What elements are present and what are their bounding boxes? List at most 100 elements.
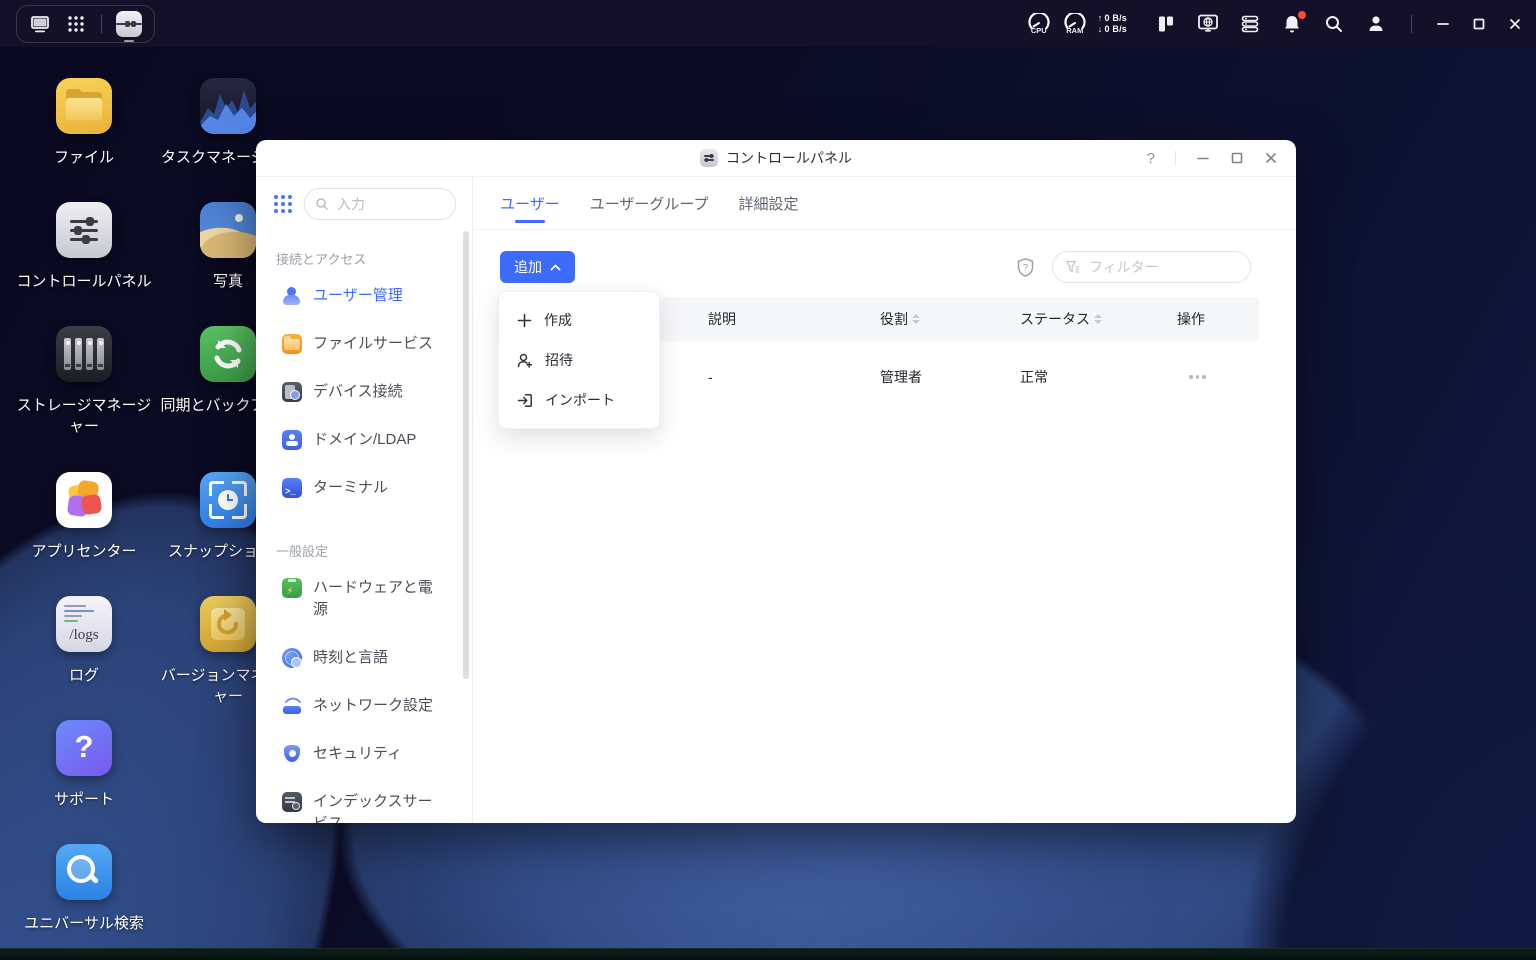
remote-desktop-icon[interactable] bbox=[1197, 13, 1219, 35]
window-controls: ? bbox=[1147, 150, 1296, 167]
user-account-icon[interactable] bbox=[1365, 13, 1387, 35]
column-status[interactable]: ステータス bbox=[1020, 309, 1177, 329]
system-window-controls bbox=[1436, 17, 1522, 31]
desktop-icon-label: コントロールパネル bbox=[16, 271, 151, 292]
app-center-icon[interactable] bbox=[56, 472, 112, 528]
sidebar-scrollbar[interactable] bbox=[463, 231, 469, 679]
desktop-icon-support[interactable]: ? サポート bbox=[9, 720, 159, 810]
desktop-icon-logs[interactable]: /logs ログ bbox=[9, 596, 159, 686]
network-speed-widget[interactable]: ↑0 B/s ↓0 B/s bbox=[1098, 13, 1127, 35]
search-icon[interactable] bbox=[1323, 13, 1345, 35]
taskbar: CPU RAM ↑0 B/s ↓0 B/s bbox=[0, 0, 1536, 47]
sidebar-item-time-language[interactable]: 時刻と言語 bbox=[256, 634, 472, 682]
active-app-indicator bbox=[124, 40, 134, 42]
sidebar-section-label: 接続とアクセス bbox=[256, 249, 472, 268]
sidebar-search-input[interactable] bbox=[335, 195, 419, 213]
desktop-icon-label: ログ bbox=[69, 665, 99, 686]
sidebar-item-device-connection[interactable]: デバイス接続 bbox=[256, 368, 472, 416]
minimize-icon[interactable] bbox=[1436, 17, 1450, 31]
sidebar-item-domain-ldap[interactable]: ドメイン/LDAP bbox=[256, 416, 472, 464]
sidebar-item-terminal[interactable]: ターミナル bbox=[256, 464, 472, 512]
tab-users[interactable]: ユーザー bbox=[500, 177, 560, 229]
sort-icon[interactable] bbox=[1094, 314, 1102, 324]
notification-dot bbox=[1298, 11, 1306, 19]
index-service-icon bbox=[282, 792, 302, 812]
taskbar-control-panel-app-icon[interactable] bbox=[116, 11, 142, 37]
window-minimize-icon[interactable] bbox=[1196, 151, 1210, 165]
help-button[interactable]: ? bbox=[1147, 150, 1155, 167]
row-actions-menu-icon[interactable] bbox=[1177, 375, 1259, 379]
upload-arrow-icon: ↑ bbox=[1098, 13, 1103, 24]
column-actions: 操作 bbox=[1177, 309, 1259, 329]
notification-bell-icon[interactable] bbox=[1281, 13, 1303, 35]
desktop-icon-app-center[interactable]: アプリセンター bbox=[9, 472, 159, 562]
window-title: コントロールパネル bbox=[726, 148, 852, 168]
sidebar-item-security[interactable]: セキュリティ bbox=[256, 730, 472, 778]
sidebar-item-network-settings[interactable]: ネットワーク設定 bbox=[256, 682, 472, 730]
desktop-icon-files[interactable]: ファイル bbox=[9, 78, 159, 168]
time-language-icon bbox=[282, 648, 302, 668]
desktop-screen: ファイル コントロールパネル ストレージマネージャー アプリセンター /logs… bbox=[0, 0, 1536, 960]
sidebar-apps-grid-icon[interactable] bbox=[273, 194, 293, 214]
sidebar-item-index-service[interactable]: インデックスサービス bbox=[256, 778, 472, 823]
storage-devices-icon[interactable] bbox=[1239, 13, 1261, 35]
cpu-gauge-icon[interactable]: CPU bbox=[1026, 13, 1052, 35]
filter-funnel-icon bbox=[1065, 260, 1080, 274]
column-role[interactable]: 役割 bbox=[880, 309, 1020, 329]
taskbar-divider bbox=[1411, 15, 1412, 33]
user-plus-icon bbox=[517, 353, 533, 368]
sidebar-item-user-management[interactable]: ユーザー管理 bbox=[256, 272, 472, 320]
menu-item-invite[interactable]: 招待 bbox=[499, 340, 659, 380]
sidebar-item-hardware-power[interactable]: ハードウェアと電源 bbox=[256, 564, 472, 634]
filter-box[interactable] bbox=[1052, 251, 1251, 283]
maximize-icon[interactable] bbox=[1472, 17, 1486, 31]
desktop-icon-storage-manager[interactable]: ストレージマネージャー bbox=[9, 326, 159, 437]
menu-item-import[interactable]: インポート bbox=[499, 380, 659, 420]
filter-input[interactable] bbox=[1087, 258, 1238, 276]
file-services-icon bbox=[282, 334, 302, 354]
snapshot-icon[interactable] bbox=[200, 472, 256, 528]
network-settings-icon bbox=[282, 696, 302, 716]
cell-role: 管理者 bbox=[880, 367, 1020, 387]
show-desktop-icon[interactable] bbox=[29, 13, 51, 35]
version-manager-icon[interactable] bbox=[200, 596, 256, 652]
desktop-icon-control-panel[interactable]: コントロールパネル bbox=[9, 202, 159, 292]
universal-search-icon[interactable] bbox=[56, 844, 112, 900]
shield-question-icon[interactable]: ? bbox=[1015, 257, 1036, 278]
photos-icon[interactable] bbox=[200, 202, 256, 258]
window-close-icon[interactable] bbox=[1264, 151, 1278, 165]
tab-user-groups[interactable]: ユーザーグループ bbox=[590, 177, 709, 229]
taskbar-divider bbox=[101, 15, 102, 33]
desktop-icon-label: ファイル bbox=[54, 147, 114, 168]
window-maximize-icon[interactable] bbox=[1230, 151, 1244, 165]
tab-advanced-settings[interactable]: 詳細設定 bbox=[739, 177, 799, 229]
sidebar-item-file-services[interactable]: ファイルサービス bbox=[256, 320, 472, 368]
app-grid-icon[interactable] bbox=[65, 13, 87, 35]
control-panel-icon[interactable] bbox=[56, 202, 112, 258]
task-manager-icon[interactable] bbox=[200, 78, 256, 134]
window-control-panel-icon bbox=[700, 149, 718, 167]
sidebar-search-box[interactable] bbox=[304, 188, 456, 220]
add-button[interactable]: 追加 bbox=[500, 251, 575, 283]
desktop-icon-universal-search[interactable]: ユニバーサル検索 bbox=[9, 844, 159, 934]
cell-description: - bbox=[708, 369, 880, 385]
storage-manager-icon[interactable] bbox=[56, 326, 112, 382]
window-title-group: コントロールパネル bbox=[256, 148, 1296, 168]
menu-item-create[interactable]: 作成 bbox=[499, 300, 659, 340]
desktop-icon-label: アプリセンター bbox=[31, 541, 136, 562]
close-icon[interactable] bbox=[1508, 17, 1522, 31]
security-shield-icon bbox=[282, 744, 302, 764]
files-icon[interactable] bbox=[56, 78, 112, 134]
tabs-bar: ユーザー ユーザーグループ 詳細設定 bbox=[473, 177, 1296, 230]
desktop-icon-label: ストレージマネージャー bbox=[13, 395, 155, 437]
ram-label: RAM bbox=[1066, 26, 1083, 35]
sync-backup-icon[interactable] bbox=[200, 326, 256, 382]
widgets-panel-icon[interactable] bbox=[1155, 13, 1177, 35]
sort-icon[interactable] bbox=[912, 314, 920, 324]
logs-icon[interactable]: /logs bbox=[56, 596, 112, 652]
ram-gauge-icon[interactable]: RAM bbox=[1062, 13, 1088, 35]
control-panel-window: コントロールパネル ? 接続とアクセス bbox=[256, 140, 1296, 823]
toolbar: 追加 ? bbox=[473, 251, 1296, 283]
support-icon[interactable]: ? bbox=[56, 720, 112, 776]
window-titlebar[interactable]: コントロールパネル ? bbox=[256, 140, 1296, 177]
